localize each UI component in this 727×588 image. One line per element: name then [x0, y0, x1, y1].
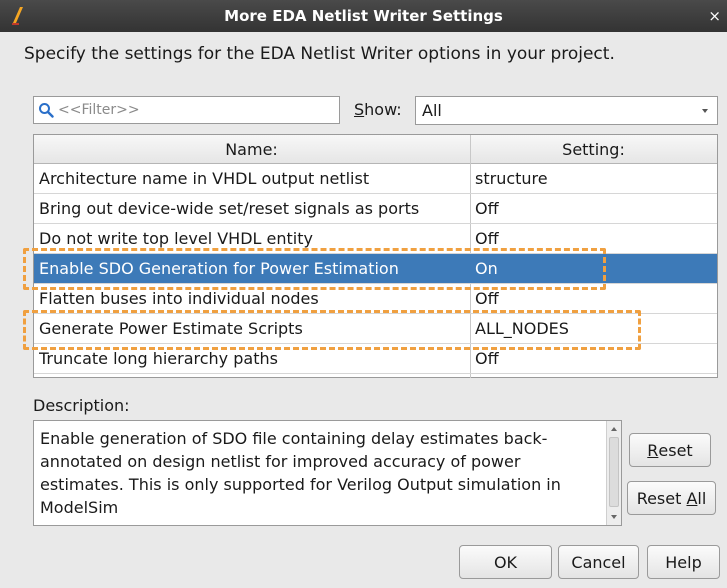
reset-all-mnemonic: A — [686, 488, 698, 508]
table-row-selected[interactable]: Enable SDO Generation for Power Estimati… — [34, 254, 717, 284]
ok-button[interactable]: OK — [459, 545, 552, 579]
scroll-up-icon[interactable] — [611, 427, 617, 431]
table-row[interactable]: Truncate long hierarchy paths Off — [34, 344, 717, 374]
table-header: Name: Setting: — [34, 135, 717, 164]
reset-all-button[interactable]: Reset All — [627, 481, 716, 515]
help-button[interactable]: Help — [647, 545, 720, 579]
search-icon — [39, 103, 54, 118]
settings-dialog: More EDA Netlist Writer Settings × Speci… — [0, 0, 727, 588]
filter-field[interactable] — [33, 96, 340, 124]
row-setting[interactable]: ALL_NODES — [475, 319, 715, 338]
show-dropdown[interactable]: All — [415, 96, 718, 125]
instructions-text: Specify the settings for the EDA Netlist… — [24, 44, 615, 64]
row-name: Bring out device-wide set/reset signals … — [39, 199, 420, 218]
row-name: Generate Power Estimate Scripts — [39, 319, 303, 338]
row-setting[interactable]: Off — [475, 289, 715, 308]
description-label: Description: — [33, 396, 130, 415]
row-name: Flatten buses into individual nodes — [39, 289, 319, 308]
reset-mnemonic: R — [647, 440, 659, 460]
reset-button[interactable]: Reset — [629, 433, 711, 467]
row-name: Architecture name in VHDL output netlist — [39, 169, 370, 188]
close-icon[interactable]: × — [708, 7, 721, 25]
row-setting[interactable]: Off — [475, 229, 715, 248]
reset-all-label-rest: ll — [697, 488, 707, 508]
reset-label-rest: eset — [658, 440, 693, 460]
column-header-name[interactable]: Name: — [34, 140, 469, 159]
table-row[interactable]: Do not write top level VHDL entity Off — [34, 224, 717, 254]
show-dropdown-value: All — [422, 101, 442, 120]
table-row[interactable]: Architecture name in VHDL output netlist… — [34, 164, 717, 194]
row-setting[interactable]: On — [475, 259, 715, 278]
description-text: Enable generation of SDO file containing… — [40, 429, 561, 517]
row-name: Truncate long hierarchy paths — [39, 349, 278, 368]
row-setting[interactable]: Off — [475, 199, 715, 218]
show-label-mnemonic: S — [354, 100, 365, 119]
chevron-down-icon — [702, 109, 708, 113]
scroll-down-icon[interactable] — [611, 515, 617, 519]
row-setting[interactable]: structure — [475, 169, 715, 188]
table-row[interactable]: Flatten buses into individual nodes Off — [34, 284, 717, 314]
window-title: More EDA Netlist Writer Settings — [224, 7, 503, 25]
row-name: Do not write top level VHDL entity — [39, 229, 313, 248]
show-label: Show: — [354, 100, 402, 119]
description-box: Enable generation of SDO file containing… — [33, 420, 622, 526]
description-scrollbar[interactable] — [606, 421, 621, 525]
filter-input[interactable] — [56, 99, 336, 121]
scroll-thumb[interactable] — [609, 437, 619, 507]
table-row[interactable]: Bring out device-wide set/reset signals … — [34, 194, 717, 224]
settings-table: Name: Setting: Architecture name in VHDL… — [33, 134, 718, 378]
reset-all-label-prefix: Reset — [636, 488, 687, 508]
cancel-button[interactable]: Cancel — [558, 545, 639, 579]
row-setting[interactable]: Off — [475, 349, 715, 368]
column-header-setting[interactable]: Setting: — [470, 140, 717, 159]
show-label-rest: how: — [364, 100, 402, 119]
row-name: Enable SDO Generation for Power Estimati… — [39, 259, 399, 278]
title-bar: More EDA Netlist Writer Settings × — [0, 0, 727, 32]
table-row[interactable]: Generate Power Estimate Scripts ALL_NODE… — [34, 314, 717, 344]
